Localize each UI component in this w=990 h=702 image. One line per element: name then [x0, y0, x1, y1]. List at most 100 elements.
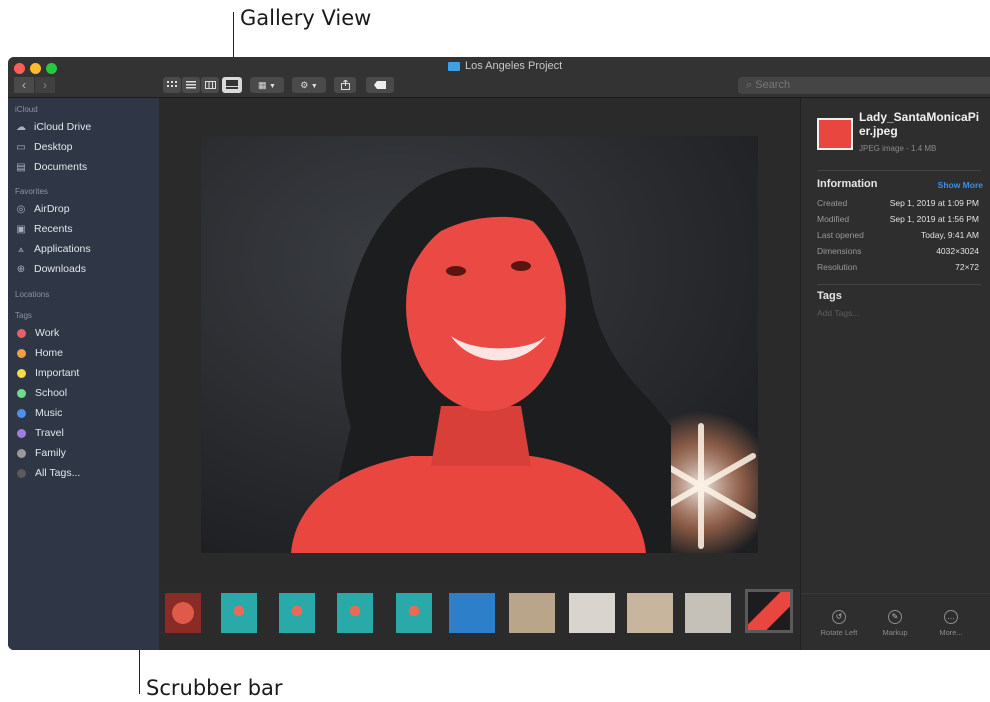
- sidebar-section-locations: Locations: [15, 290, 50, 299]
- sidebar-item-downloads[interactable]: ⊕ Downloads: [15, 261, 86, 277]
- grid-icon: [167, 81, 177, 87]
- scrubber-thumbnail[interactable]: [279, 593, 315, 633]
- sidebar-tag-label: Work: [35, 327, 60, 339]
- sidebar-item-documents[interactable]: ▤ Documents: [15, 159, 87, 175]
- gallery-icon: [226, 80, 238, 89]
- tag-color-dot-icon: [17, 428, 26, 438]
- chevron-down-icon: ▼: [310, 83, 318, 90]
- edit-tags-button[interactable]: [366, 77, 394, 93]
- scrubber-thumbnail[interactable]: [165, 593, 201, 633]
- info-value: Sep 1, 2019 at 1:56 PM: [889, 214, 979, 224]
- add-tags-field[interactable]: Add Tags...: [817, 308, 859, 318]
- tag-color-dot-icon: [17, 368, 26, 378]
- info-key: Last opened: [817, 230, 864, 240]
- scrubber-thumbnail[interactable]: [337, 593, 373, 633]
- file-kind: JPEG image - 1.4 MB: [859, 144, 937, 153]
- rotate-left-button[interactable]: ↺ Rotate Left: [809, 610, 869, 637]
- sidebar-item-label: Downloads: [34, 263, 86, 275]
- information-heading: Information: [817, 178, 878, 190]
- folder-icon: [448, 61, 460, 71]
- sidebar-tag-item[interactable]: School: [15, 385, 67, 401]
- sidebar: iCloud ☁ iCloud Drive ▭ Desktop ▤ Docume…: [8, 98, 159, 650]
- sidebar-item-label: AirDrop: [34, 203, 70, 215]
- preview-pane: Lady_SantaMonicaPier.jpeg JPEG image - 1…: [800, 98, 990, 650]
- info-row: Dimensions 4032×3024: [817, 246, 979, 256]
- scrubber-thumbnail[interactable]: [685, 593, 731, 633]
- sidebar-item-airdrop[interactable]: ◎ AirDrop: [15, 201, 70, 217]
- scrubber-thumbnail[interactable]: [745, 589, 793, 633]
- sidebar-tag-label: Travel: [35, 427, 64, 439]
- sidebar-section-icloud: iCloud: [15, 105, 38, 114]
- list-view-button[interactable]: [182, 77, 200, 93]
- info-row: Created Sep 1, 2019 at 1:09 PM: [817, 198, 979, 208]
- gallery-view-button[interactable]: [222, 77, 242, 93]
- file-thumbnail-icon: [817, 118, 853, 150]
- scrubber-thumbnail[interactable]: [569, 593, 615, 633]
- sidebar-item-applications[interactable]: ⟑ Applications: [15, 241, 91, 257]
- markup-button[interactable]: ✎ Markup: [865, 610, 925, 637]
- close-window-button[interactable]: [14, 63, 25, 74]
- info-key: Created: [817, 198, 848, 208]
- info-value: Sep 1, 2019 at 1:09 PM: [889, 198, 979, 208]
- group-by-menu-button[interactable]: ▦ ▼: [250, 77, 284, 93]
- action-label: More...: [939, 628, 963, 637]
- column-view-button[interactable]: [201, 77, 219, 93]
- tags-heading: Tags: [817, 290, 842, 302]
- recents-icon: ▣: [16, 223, 26, 235]
- chevron-down-icon: ▼: [269, 83, 276, 90]
- search-icon: ⌕: [746, 79, 753, 91]
- scrubber-bar[interactable]: [159, 584, 800, 650]
- sidebar-tag-item[interactable]: Travel: [15, 425, 64, 441]
- info-value: 72×72: [955, 262, 979, 272]
- show-more-link[interactable]: Show More: [938, 180, 983, 190]
- forward-button[interactable]: ›: [35, 77, 55, 93]
- sidebar-tag-item[interactable]: Important: [15, 365, 79, 381]
- sidebar-tag-item[interactable]: Family: [15, 445, 66, 461]
- gallery-preview-image[interactable]: [201, 136, 758, 553]
- share-icon: [340, 79, 350, 90]
- tag-color-dot-icon: [17, 448, 26, 458]
- sidebar-tag-label: Music: [35, 407, 63, 419]
- info-value: 4032×3024: [936, 246, 979, 256]
- scrubber-thumbnail[interactable]: [509, 593, 555, 633]
- more-button[interactable]: … More...: [921, 610, 981, 637]
- zoom-window-button[interactable]: [46, 63, 57, 74]
- tag-color-dot-icon: [17, 388, 26, 398]
- gear-icon: ⚙: [300, 80, 309, 90]
- portrait-photo: [201, 136, 758, 553]
- chevron-left-icon: ‹: [22, 78, 26, 92]
- sidebar-tag-label: Home: [35, 347, 64, 359]
- icon-view-button[interactable]: [163, 77, 181, 93]
- sidebar-item-label: Documents: [34, 161, 88, 173]
- document-icon: ▤: [16, 161, 26, 173]
- action-menu-button[interactable]: ⚙ ▼: [292, 77, 326, 93]
- search-field[interactable]: ⌕ Search: [738, 77, 990, 94]
- info-key: Resolution: [817, 262, 858, 272]
- share-button[interactable]: [334, 77, 356, 93]
- finder-window: Los Angeles Project ‹ › ▦ ▼ ⚙ ▼ ⌕ Search…: [8, 57, 990, 650]
- sidebar-item-label: iCloud Drive: [34, 121, 92, 133]
- tag-color-dot-icon: [17, 328, 26, 338]
- sidebar-item-icloud-drive[interactable]: ☁ iCloud Drive: [15, 119, 91, 135]
- sidebar-tag-item[interactable]: Music: [15, 405, 62, 421]
- minimize-window-button[interactable]: [30, 63, 41, 74]
- scrubber-thumbnail[interactable]: [627, 593, 673, 633]
- sidebar-item-label: Desktop: [34, 141, 73, 153]
- group-grid-icon: ▦: [258, 80, 267, 90]
- tag-color-dot-icon: [17, 348, 26, 358]
- tag-color-dot-icon: [17, 468, 26, 478]
- sidebar-section-tags: Tags: [15, 311, 32, 320]
- sidebar-tag-item[interactable]: Work: [15, 325, 59, 341]
- sidebar-item-recents[interactable]: ▣ Recents: [15, 221, 72, 237]
- back-button[interactable]: ‹: [14, 77, 34, 93]
- toolbar: Los Angeles Project ‹ › ▦ ▼ ⚙ ▼ ⌕ Search: [8, 57, 990, 98]
- scrubber-thumbnail[interactable]: [396, 593, 432, 633]
- info-row: Resolution 72×72: [817, 262, 979, 272]
- sidebar-tag-item[interactable]: Home: [15, 345, 63, 361]
- cloud-icon: ☁: [16, 121, 26, 133]
- sidebar-item-desktop[interactable]: ▭ Desktop: [15, 139, 73, 155]
- sidebar-tag-item[interactable]: All Tags...: [15, 465, 80, 481]
- scrubber-thumbnail[interactable]: [449, 593, 495, 633]
- scrubber-thumbnail[interactable]: [221, 593, 257, 633]
- sidebar-tag-label: All Tags...: [35, 467, 81, 479]
